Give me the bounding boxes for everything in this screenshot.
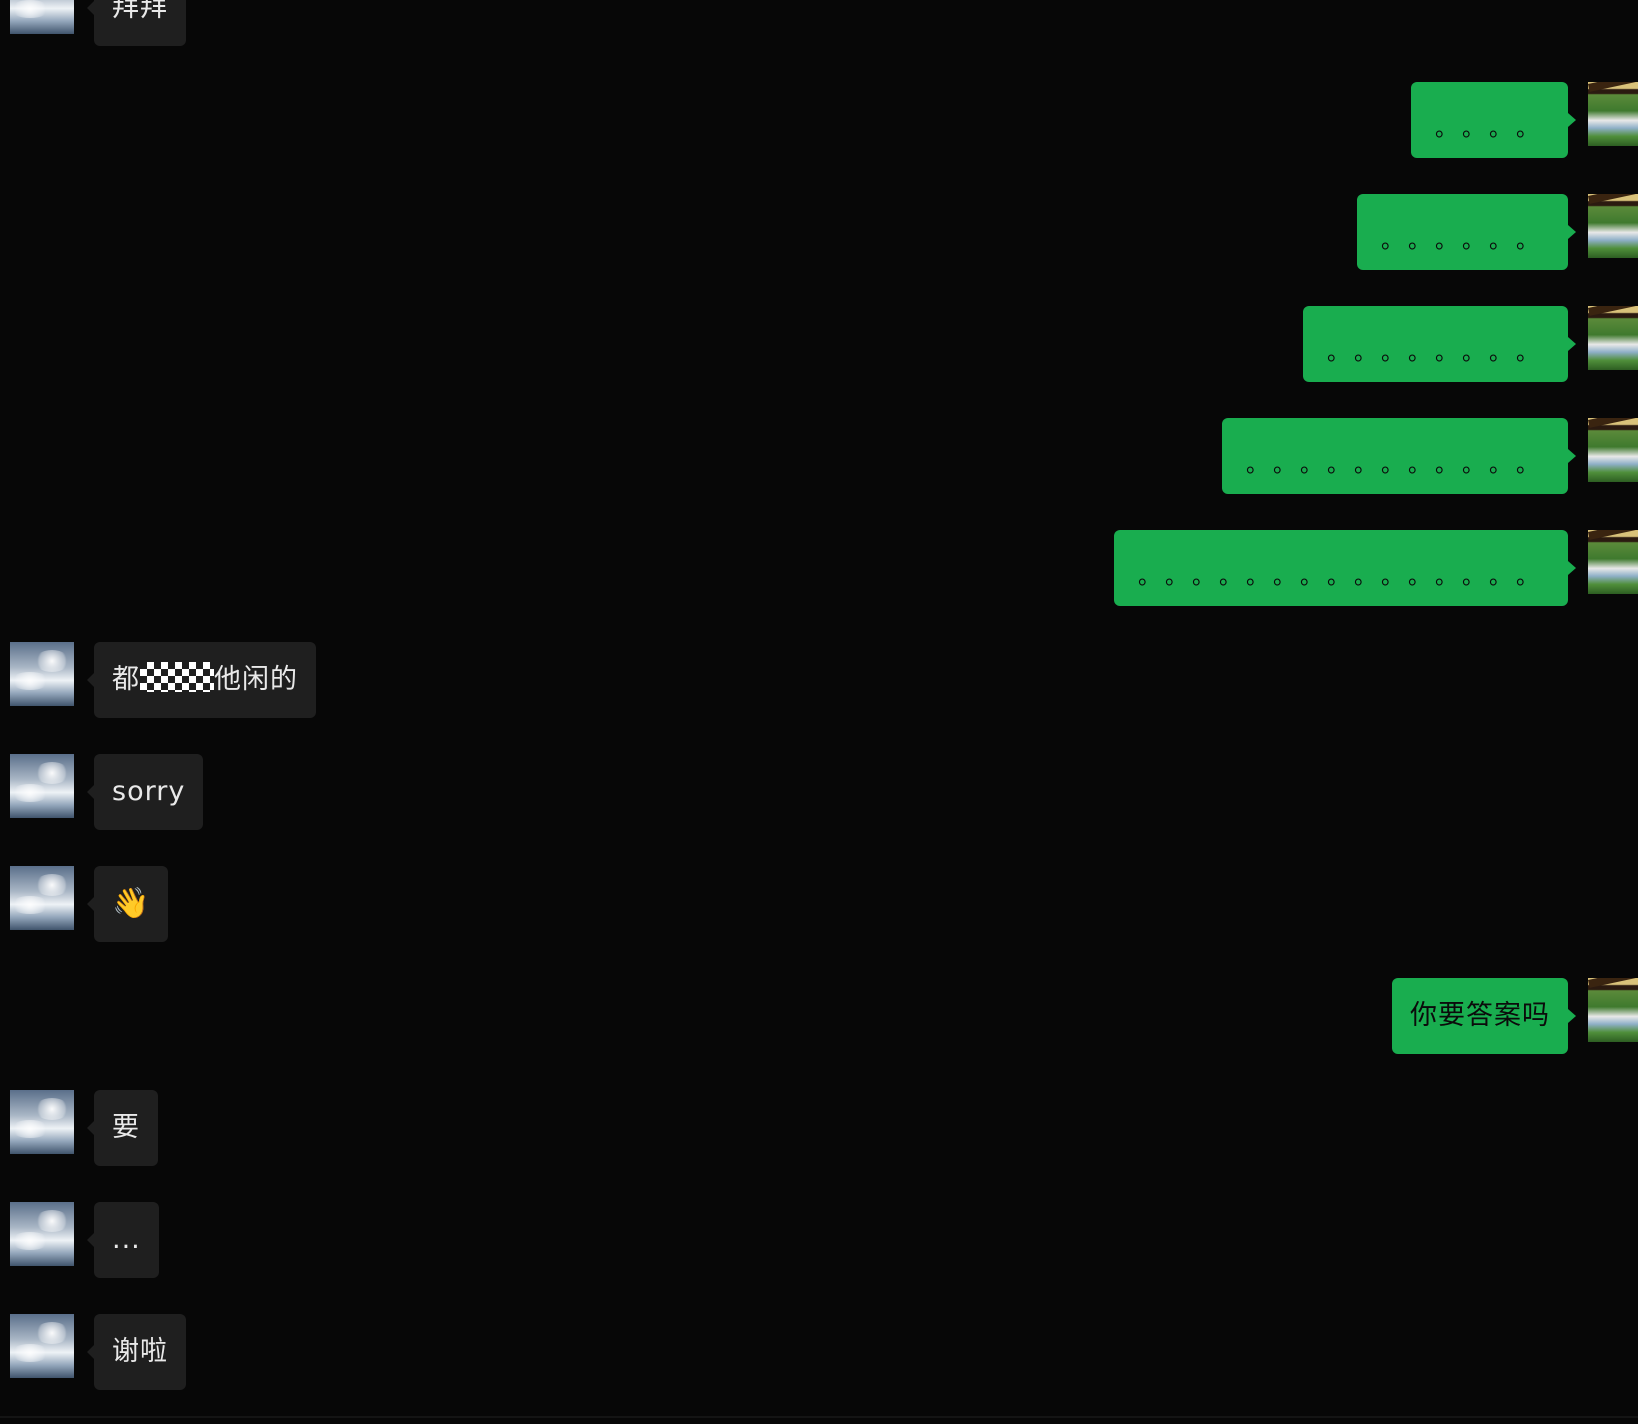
outgoing-message[interactable]: 。。。。。。。。。。。 [1221,418,1577,494]
divider [0,1416,1638,1418]
own-avatar[interactable] [1588,82,1638,146]
chat-history: 拜拜 。。。。 。。。。。。 。。。。。。。。 。。。。。。。。。。。 。。。。… [0,0,1638,1424]
message-text: 。。。。。。。。。。。。。。。 [1137,565,1554,590]
own-avatar[interactable] [1588,418,1638,482]
message-text: ... [112,1224,141,1255]
outgoing-message[interactable]: 你要答案吗 [1392,978,1576,1054]
message-text: sorry [112,776,186,807]
contact-avatar[interactable] [10,1090,74,1154]
message-text: 谢啦 [112,1336,168,1367]
contact-avatar[interactable] [10,754,74,818]
message-text: 要 [112,1112,140,1143]
message-text: 拜拜 [112,0,168,23]
message-text: 。。。。。。。。 [1326,341,1554,366]
incoming-message[interactable]: 要 [87,1090,158,1166]
outgoing-message[interactable]: 。。。。。。。。 [1302,306,1577,382]
contact-avatar[interactable] [10,642,74,706]
message-text-after: 他闲的 [214,664,298,695]
waving-hand-emoji: 👋 [112,886,151,921]
contact-avatar[interactable] [10,0,74,34]
own-avatar[interactable] [1588,530,1638,594]
incoming-message[interactable]: 拜拜 [87,0,186,46]
outgoing-message[interactable]: 。。。。。。。。。。。。。。。 [1113,530,1577,606]
outgoing-message[interactable]: 。。。。 [1410,82,1577,158]
redacted-mosaic [140,662,214,692]
contact-avatar[interactable] [10,1314,74,1378]
own-avatar[interactable] [1588,194,1638,258]
message-text: 你要答案吗 [1410,1000,1550,1031]
incoming-message[interactable]: 谢啦 [87,1314,186,1390]
incoming-message[interactable]: 👋 [86,866,169,942]
message-text: 。。。。。。。。。。。 [1245,453,1554,478]
own-avatar[interactable] [1588,306,1638,370]
incoming-message[interactable]: ... [87,1202,159,1278]
message-text: 。。。。 [1434,117,1554,142]
incoming-message[interactable]: 都 他闲的 [87,642,316,718]
contact-avatar[interactable] [10,866,74,930]
incoming-message[interactable]: sorry [86,754,204,830]
contact-avatar[interactable] [10,1202,74,1266]
own-avatar[interactable] [1588,978,1638,1042]
outgoing-message[interactable]: 。。。。。。 [1356,194,1577,270]
message-text: 。。。。。。 [1380,229,1554,254]
message-text-before: 都 [112,664,140,695]
